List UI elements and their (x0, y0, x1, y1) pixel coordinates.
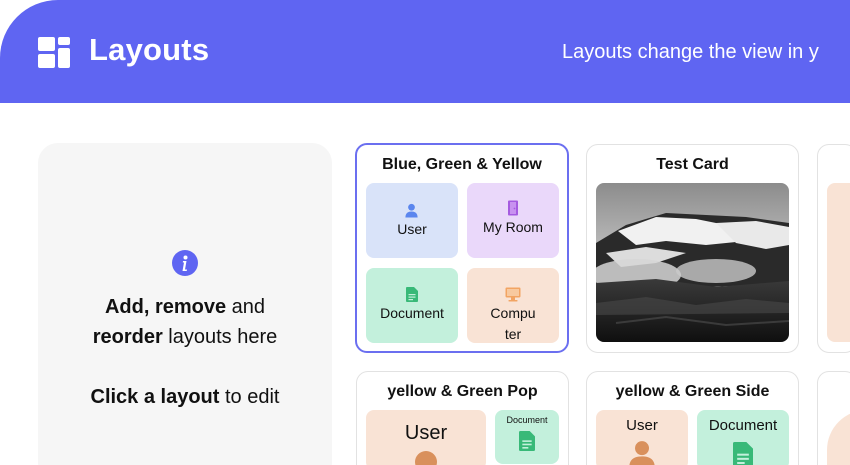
tile-user[interactable]: User (366, 183, 458, 258)
tile-user[interactable]: User (366, 410, 486, 465)
info-panel: Add, remove and reorder layouts here Cli… (38, 143, 332, 465)
tile-partial (827, 183, 850, 342)
tile-my-room[interactable]: My Room (467, 183, 559, 258)
layout-card-partial-top[interactable] (817, 144, 850, 353)
computer-icon (505, 287, 521, 302)
document-icon (406, 287, 418, 302)
info-icon (172, 250, 198, 276)
tile-document[interactable]: Document (495, 410, 559, 464)
card-title: Blue, Green & Yellow (382, 156, 542, 173)
tile-label: Document (506, 415, 548, 425)
header-banner: Layouts Layouts change the view in y (0, 0, 850, 103)
card-title: yellow & Green Pop (387, 383, 538, 400)
tile-label: My Room (483, 219, 543, 235)
info-reorder-strong: reorder (92, 326, 163, 348)
info-remove-strong: remove (154, 296, 227, 318)
user-icon (629, 441, 655, 465)
info-and-text: and (226, 296, 266, 318)
info-text-line-2: reorder layouts here (38, 326, 332, 349)
info-add-strong: Add, (104, 296, 150, 318)
layout-card-yellow-green-side[interactable]: yellow & Green Side User Document (586, 371, 799, 465)
tile-computer[interactable]: Compu ter (467, 268, 559, 343)
user-icon (405, 203, 418, 218)
tile-label-wrap: ter (504, 326, 522, 342)
tile-document[interactable]: Document (366, 268, 458, 343)
tile-partial (827, 410, 850, 465)
info-text-line-1: Add, remove and (38, 296, 332, 319)
info-text-line-3: Click a layout to edit (38, 386, 332, 409)
tile-label: Document (380, 305, 444, 321)
page-subtitle: Layouts change the view in y (562, 41, 819, 63)
info-layouts-here-text: layouts here (162, 326, 278, 348)
door-icon (508, 200, 518, 216)
tile-label: User (404, 422, 448, 444)
layout-card-blue-green-yellow[interactable]: Blue, Green & Yellow User My Room Docume… (355, 143, 569, 353)
tile-user[interactable]: User (596, 410, 688, 465)
info-to-edit-text: to edit (219, 386, 280, 408)
tile-label: Compu (490, 305, 536, 321)
layout-card-yellow-green-pop[interactable]: yellow & Green Pop User Document (356, 371, 569, 465)
document-icon (519, 431, 535, 451)
tile-label: Document (708, 417, 778, 434)
tile-label: User (397, 221, 427, 237)
card-title: Test Card (656, 156, 729, 173)
user-icon (415, 451, 437, 465)
document-icon (733, 442, 753, 465)
card-title: yellow & Green Side (615, 383, 770, 400)
info-click-layout-strong: Click a layout (90, 386, 220, 408)
layout-grid-icon (38, 37, 70, 68)
tile-label: User (626, 417, 658, 434)
mountain-landscape-photo (596, 183, 789, 342)
page-title: Layouts (89, 32, 210, 67)
layout-card-test-card[interactable]: Test Card (586, 144, 799, 353)
layout-card-partial-bottom[interactable] (817, 371, 850, 465)
tile-document[interactable]: Document (697, 410, 789, 465)
